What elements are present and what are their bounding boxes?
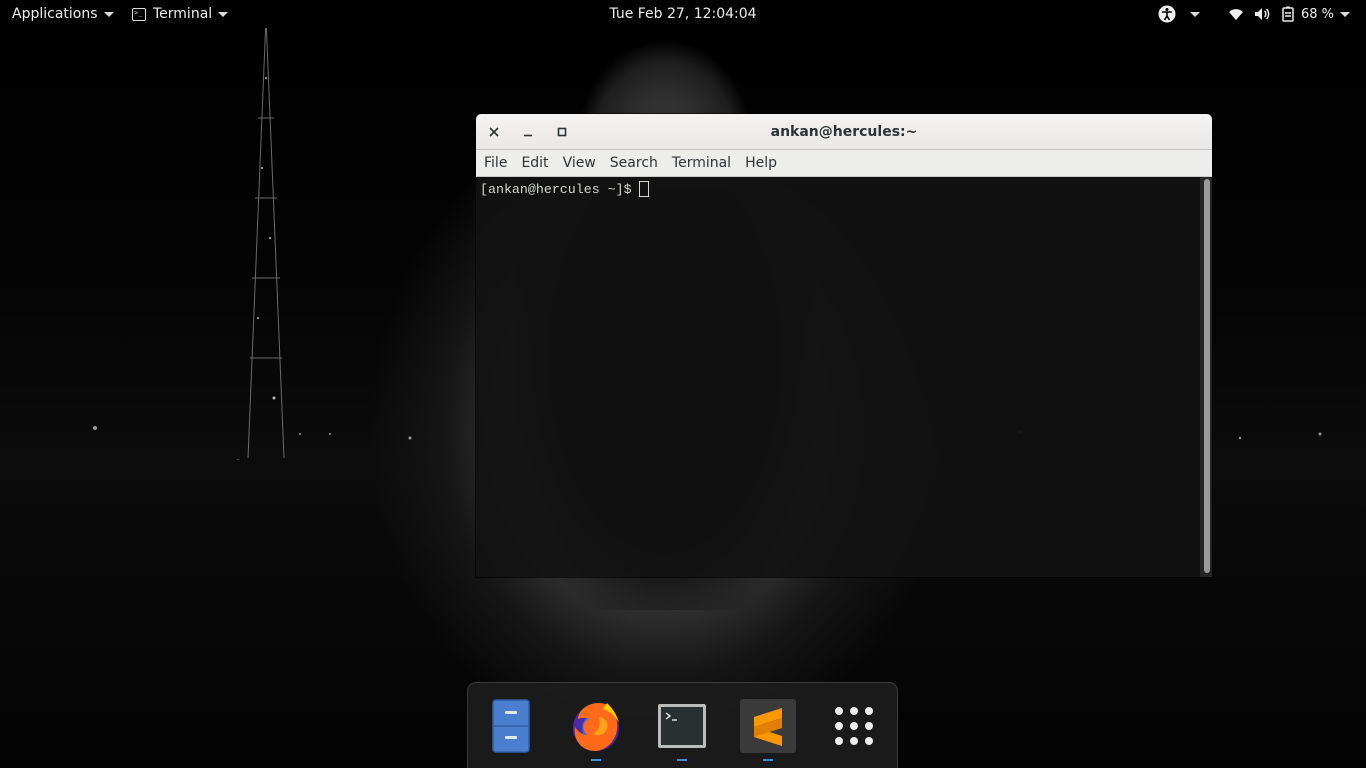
dock-item-files[interactable] xyxy=(482,697,540,755)
close-icon xyxy=(489,127,499,137)
running-indicator xyxy=(763,759,773,761)
terminal-area[interactable]: [ankan@hercules ~]$ xyxy=(476,177,1212,577)
minimize-icon xyxy=(524,134,532,137)
app-grid-icon xyxy=(835,707,873,745)
clock[interactable]: Tue Feb 27, 12:04:04 xyxy=(609,6,756,22)
app-menu-label: Terminal xyxy=(153,6,213,22)
dock-item-terminal[interactable] xyxy=(653,697,711,761)
battery-percentage: 68 % xyxy=(1300,6,1334,22)
dock-item-firefox[interactable] xyxy=(567,697,625,761)
terminal-icon: >_ xyxy=(132,7,146,21)
wifi-icon xyxy=(1228,9,1243,20)
top-bar: Applications >_ Terminal Tue Feb 27, 12:… xyxy=(0,0,1366,28)
window-title: ankan@hercules:~ xyxy=(770,123,918,140)
prompt-line: [ankan@hercules ~]$ xyxy=(480,181,1212,197)
text-cursor xyxy=(638,181,649,197)
menu-file[interactable]: File xyxy=(477,150,514,177)
chevron-down-icon[interactable] xyxy=(1340,11,1350,17)
chevron-down-icon xyxy=(103,11,114,17)
menu-view[interactable]: View xyxy=(556,150,603,177)
shell-prompt: [ankan@hercules ~]$ xyxy=(480,181,632,197)
title-bar[interactable]: ankan@hercules:~ xyxy=(476,114,1212,150)
sublime-icon xyxy=(740,699,796,753)
scrollbar-thumb[interactable] xyxy=(1204,179,1210,573)
menu-bar: File Edit View Search Terminal Help xyxy=(476,150,1212,177)
minimize-button[interactable] xyxy=(519,123,537,141)
running-indicator xyxy=(591,759,601,761)
dock-item-sublime[interactable] xyxy=(739,697,797,761)
running-indicator xyxy=(677,759,687,761)
menu-help[interactable]: Help xyxy=(738,150,784,177)
dock-item-show-applications[interactable] xyxy=(825,697,883,755)
chevron-down-icon xyxy=(218,11,229,17)
menu-search[interactable]: Search xyxy=(603,150,665,177)
applications-menu[interactable]: Applications xyxy=(12,0,114,28)
maximize-button[interactable] xyxy=(553,123,571,141)
file-cabinet-icon xyxy=(492,699,530,753)
terminal-window: ankan@hercules:~ File Edit View Search T… xyxy=(476,114,1212,577)
applications-label: Applications xyxy=(12,6,98,22)
menu-terminal[interactable]: Terminal xyxy=(665,150,738,177)
dock xyxy=(467,682,898,768)
accessibility-icon[interactable] xyxy=(1158,5,1176,23)
system-tray[interactable]: 68 % xyxy=(1158,0,1350,28)
scrollbar-track[interactable] xyxy=(1200,177,1212,577)
wallpaper-tower xyxy=(247,18,285,458)
maximize-icon xyxy=(557,127,567,137)
chevron-down-icon[interactable] xyxy=(1189,11,1200,17)
close-button[interactable] xyxy=(485,123,503,141)
terminal-icon xyxy=(658,704,706,748)
battery-icon xyxy=(1282,6,1294,22)
menu-edit[interactable]: Edit xyxy=(514,150,555,177)
firefox-icon xyxy=(573,702,619,752)
volume-icon xyxy=(1254,8,1270,20)
app-menu[interactable]: >_ Terminal xyxy=(132,0,229,28)
